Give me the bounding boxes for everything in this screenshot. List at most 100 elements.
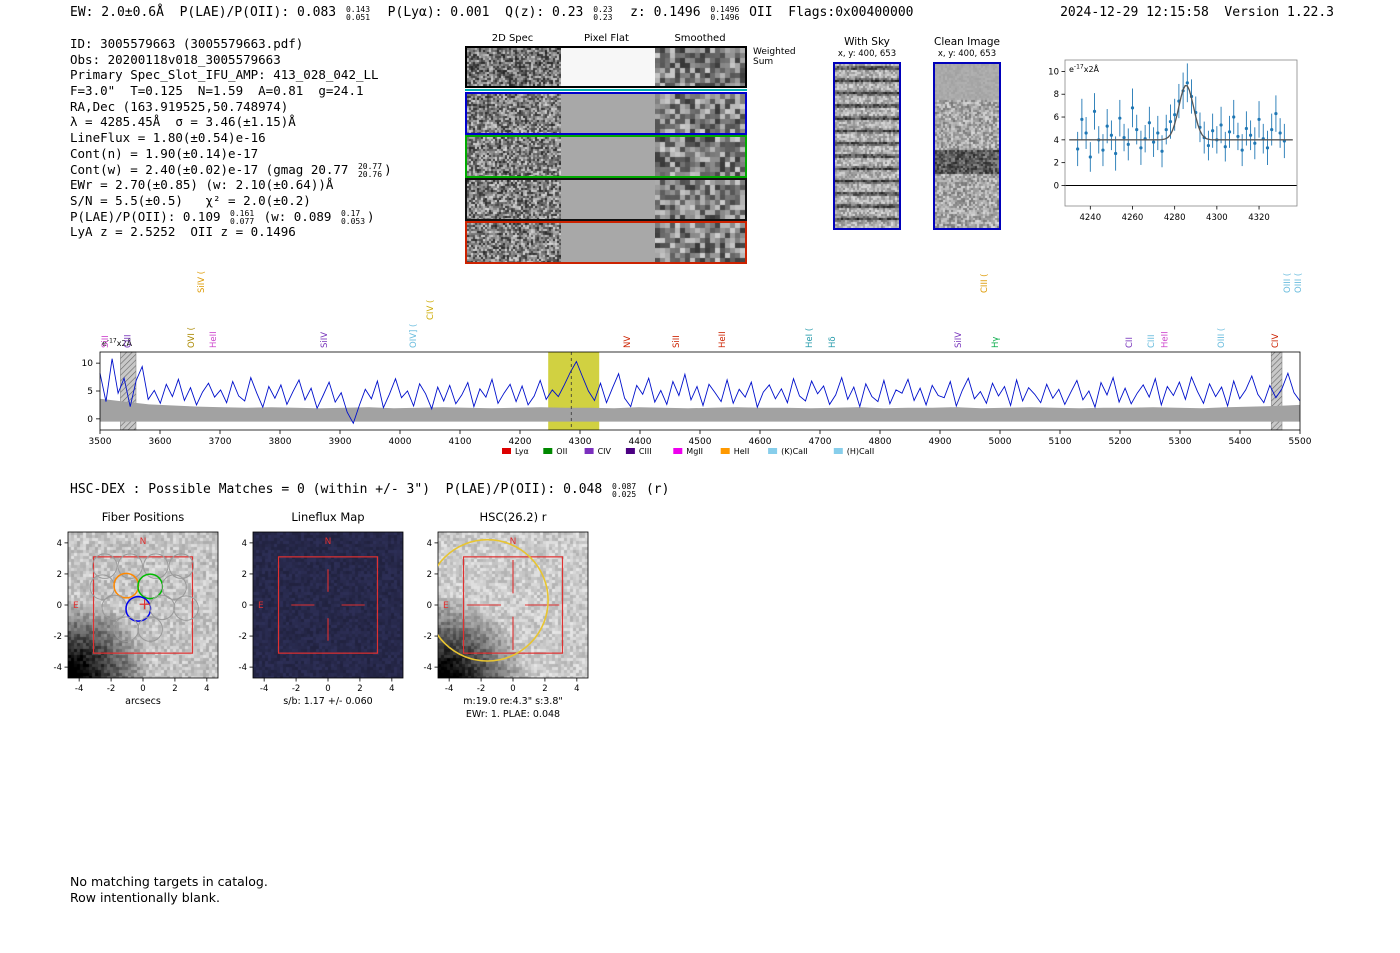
hsc-match-line: HSC-DEX : Possible Matches = 0 (within +… [70,482,669,499]
info-line: RA,Dec (163.919525,50.748974) [70,98,289,114]
svg-text:-4: -4 [424,663,432,673]
svg-text:10: 10 [82,359,94,369]
header-plya-qz: P(Lyα): 0.001 Q(z): 0.23 [372,5,592,20]
hsc-r-panel: HSC(26.2) r -4 -4 -2 -2 0 0 2 2 4 4 N E m:19.0 re:4… [410,510,600,725]
weighted-pixelflat-image [561,48,655,86]
svg-text:0: 0 [140,684,145,694]
svg-text:4: 4 [1054,136,1059,146]
info-line: Cont(n) = 1.90(±0.14)e-17 [70,145,259,161]
info-line: F=3.0" T=0.125 N=1.59 A=0.81 g=24.1 [70,83,364,99]
svg-text:3800: 3800 [269,437,292,447]
fiber-positions-xlabel: arcsecs [125,696,161,707]
header-timestamp-version: 2024-12-29 12:15:58 Version 1.22.3 [1060,5,1334,20]
svg-text:5100: 5100 [1049,437,1072,447]
svg-text:4: 4 [242,539,247,549]
svg-text:4600: 4600 [749,437,772,447]
east-label: E [258,601,264,611]
svg-text:2: 2 [357,684,362,694]
spec2d-fiber-row: 0.11 1.35 1351.21" (399, 828) 20200118 v… [465,135,747,178]
svg-text:2: 2 [1054,159,1059,169]
notes-block: No matching targets in catalog. Row inte… [70,874,268,905]
fiber-circle [137,616,163,642]
east-label: E [443,601,449,611]
hsc-plae-range: 0.087 0.025 [612,483,636,499]
svg-text:4240: 4240 [1079,213,1101,223]
svg-text:-2: -2 [292,684,300,694]
fiber-positions-panel: Fiber Positions -4 -4 -2 -2 0 0 2 2 4 4 N E arcsecs [40,510,230,725]
svg-text:CIII: CIII [639,447,652,456]
withsky-coords: x, y: 400, 653 [837,49,897,59]
svg-text:3500: 3500 [89,437,112,447]
hsc-r-overlay: -4-4-2-2002244 NE [424,531,589,694]
svg-text:4900: 4900 [929,437,952,447]
hsc-r-mag-label: m:19.0 re:4.3" s:3.8" [463,696,563,707]
svg-text:2: 2 [242,570,247,580]
clean-image-panel: Clean Image x, y: 400, 653 [930,36,1004,234]
elixer-report-page: EW: 2.0±0.6Å P(LAE)/P(OII): 0.083 0.143 0… [0,0,1400,953]
svg-text:OIII (: OIII ( [1283,273,1293,293]
weighted-smoothed-image [655,48,745,86]
svg-text:5: 5 [87,387,93,397]
svg-text:HeI (: HeI ( [805,328,815,348]
svg-text:OIII (: OIII ( [1294,273,1304,293]
svg-text:0: 0 [57,601,62,611]
svg-text:-4: -4 [239,663,247,673]
svg-text:2: 2 [172,684,177,694]
svg-text:CIV: CIV [598,447,612,456]
svg-text:HeII: HeII [718,331,728,348]
svg-text:2: 2 [542,684,547,694]
lineflux-map-overlay: -4 -4 -2 -2 0 0 2 2 4 4 N E [239,531,404,694]
svg-text:MgII: MgII [686,447,703,456]
col-title-2dspec: 2D Spec [491,33,534,44]
svg-text:4: 4 [57,539,62,549]
info-line: S/N = 5.5(±0.5) χ² = 2.0(±0.2) [70,192,311,208]
svg-text:-2: -2 [239,632,247,642]
svg-text:8: 8 [1054,90,1059,100]
col-title-pixelflat: Pixel Flat [584,33,629,44]
info-line: Obs: 20200118v018_3005579663 [70,51,281,67]
svg-text:-2: -2 [424,632,432,642]
svg-text:0: 0 [427,601,432,611]
weighted-sum-strip [465,46,747,88]
note-line-2: Row intentionally blank. [70,889,220,905]
fiber-circle [173,595,199,621]
withsky-image [833,62,901,230]
svg-text:4: 4 [574,684,579,694]
lineflux-map-title: Lineflux Map [291,510,365,524]
plae-lo: 0.051 [345,13,371,22]
line-zoom-plot: 4240 4260 4280 4300 4320 0 2 4 6 8 10 e-17x2Å [1048,59,1298,223]
svg-text:OVI (: OVI ( [187,327,197,348]
svg-text:0: 0 [510,684,515,694]
svg-text:4300: 4300 [1206,213,1228,223]
svg-text:4700: 4700 [809,437,832,447]
svg-text:NV: NV [623,336,633,348]
fiber-circle [137,573,164,600]
detection-info-block: ID: 3005579663 (3005579663.pdf) Obs: 2020… [70,36,392,240]
north-label: N [140,537,147,547]
fiber-circle [101,594,128,621]
qz-range: 0.23 0.23 [593,6,612,22]
svg-text:4200: 4200 [509,437,532,447]
info-line: λ = 4285.45Å σ = 3.46(±1.15)Å [70,114,296,130]
z-range: 0.1496 0.1496 [710,6,739,22]
svg-text:-4: -4 [75,684,83,694]
plae-poii-range: 0.143 0.051 [346,6,370,22]
svg-text:4280: 4280 [1164,213,1186,223]
clean-coords: x, y: 400, 653 [937,49,997,59]
svg-text:-2: -2 [477,684,485,694]
spec2d-panel: 2D Spec Pixel Flat Smoothed Weighted Sum… [465,33,825,264]
info-line: ID: 3005579663 (3005579663.pdf) [70,36,304,51]
svg-text:-2: -2 [54,632,62,642]
lineflux-map-panel: Lineflux Map -4 -4 -2 -2 0 0 2 2 4 4 N E s/b: 1.17 … [225,510,415,725]
svg-text:5000: 5000 [989,437,1012,447]
svg-text:Hδ: Hδ [828,336,838,348]
fiber-circle [113,616,139,642]
lineflux-sb-label: s/b: 1.17 +/- 0.060 [283,696,373,707]
svg-text:4: 4 [427,539,432,549]
svg-text:(H)CaII: (H)CaII [847,447,874,456]
svg-text:0: 0 [87,415,93,425]
emission-line-labels: SiII CIII OVI (SiIV (HeII SiIV OIV] (CIV (NV… [101,271,1304,348]
info-line: LineFlux = 1.80(±0.54)e-16 [70,130,266,146]
info-line: LyA z = 2.5252 OII z = 0.1496 [70,224,296,240]
spectrum-legend: Lyα OII CIV CIII MgII HeII (K)CaII (H)CaII [502,447,874,456]
